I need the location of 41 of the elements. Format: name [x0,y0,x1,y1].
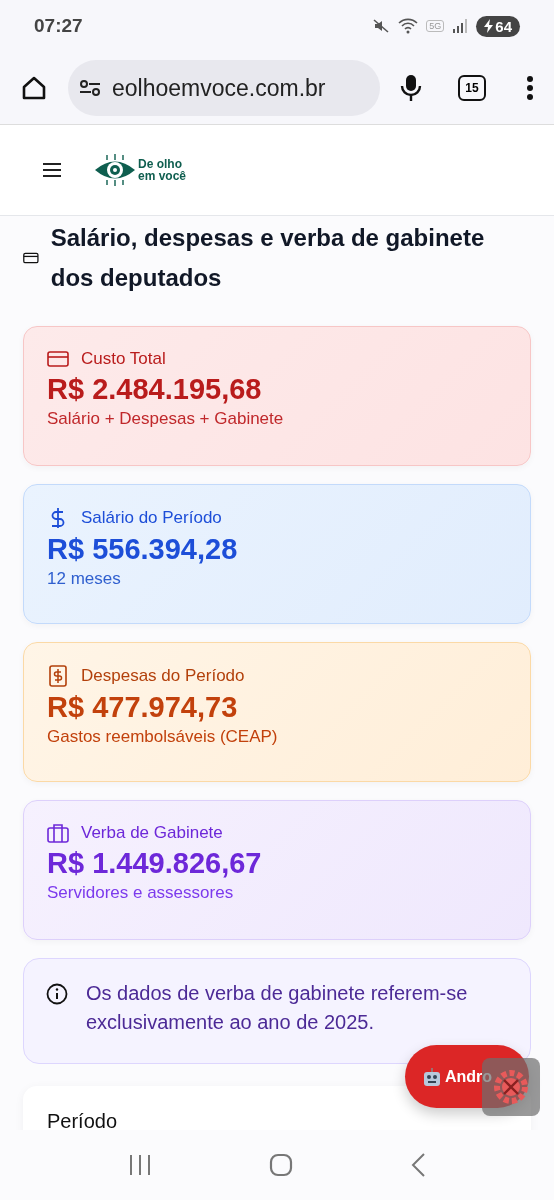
card-icon [47,351,69,367]
card-label: Salário do Período [81,508,222,528]
receipt-icon [47,665,69,687]
card-label: Custo Total [81,349,166,369]
address-bar[interactable]: eolhoemvoce.com.br [68,60,380,116]
network-badge: 5G [426,20,445,32]
card-value: R$ 556.394,28 [47,533,239,566]
card-label: Despesas do Período [81,666,245,686]
microphone-icon[interactable] [400,74,422,102]
card-note: Salário + Despesas + Gabinete [47,409,285,429]
card-note: Servidores e assessores [47,883,235,903]
logo-text: em você [138,170,187,182]
info-note-text: Os dados de verba de gabinete referem-se exclusivamente ao ano de 2025. [86,981,469,1035]
card-value: R$ 2.484.195,68 [47,373,263,406]
home-icon[interactable] [20,74,48,102]
card-icon [23,250,39,266]
card-value: R$ 477.974,73 [47,691,239,724]
logo-text: De olho [138,158,183,170]
card-note: 12 meses [47,569,122,589]
home-nav-icon[interactable] [269,1153,293,1177]
mute-icon [372,17,391,35]
recent-apps-icon[interactable] [128,1154,153,1176]
briefcase-icon [47,823,69,843]
url-text: eolhoemvoce.com.br [112,74,326,102]
card-note: Gastos reembolsáveis (CEAP) [47,727,279,747]
status-time: 07:27 [34,15,83,37]
menu-icon[interactable] [42,162,62,178]
eye-logo-icon [94,153,136,187]
period-label: Período [47,1110,118,1132]
signal-icon [452,18,469,34]
site-settings-icon[interactable] [78,78,102,98]
more-icon[interactable] [526,75,534,101]
card-label: Verba de Gabinete [81,823,223,843]
robot-icon [423,1066,441,1087]
page-title: Salário, despesas e verba de gabinete dos deputados [50,223,486,293]
back-icon[interactable] [409,1153,426,1177]
info-icon [46,983,68,1005]
tab-count[interactable]: 15 [458,75,486,101]
wifi-icon [398,17,419,35]
card-value: R$ 1.449.826,67 [47,847,263,880]
battery-indicator: 64 [476,15,520,37]
